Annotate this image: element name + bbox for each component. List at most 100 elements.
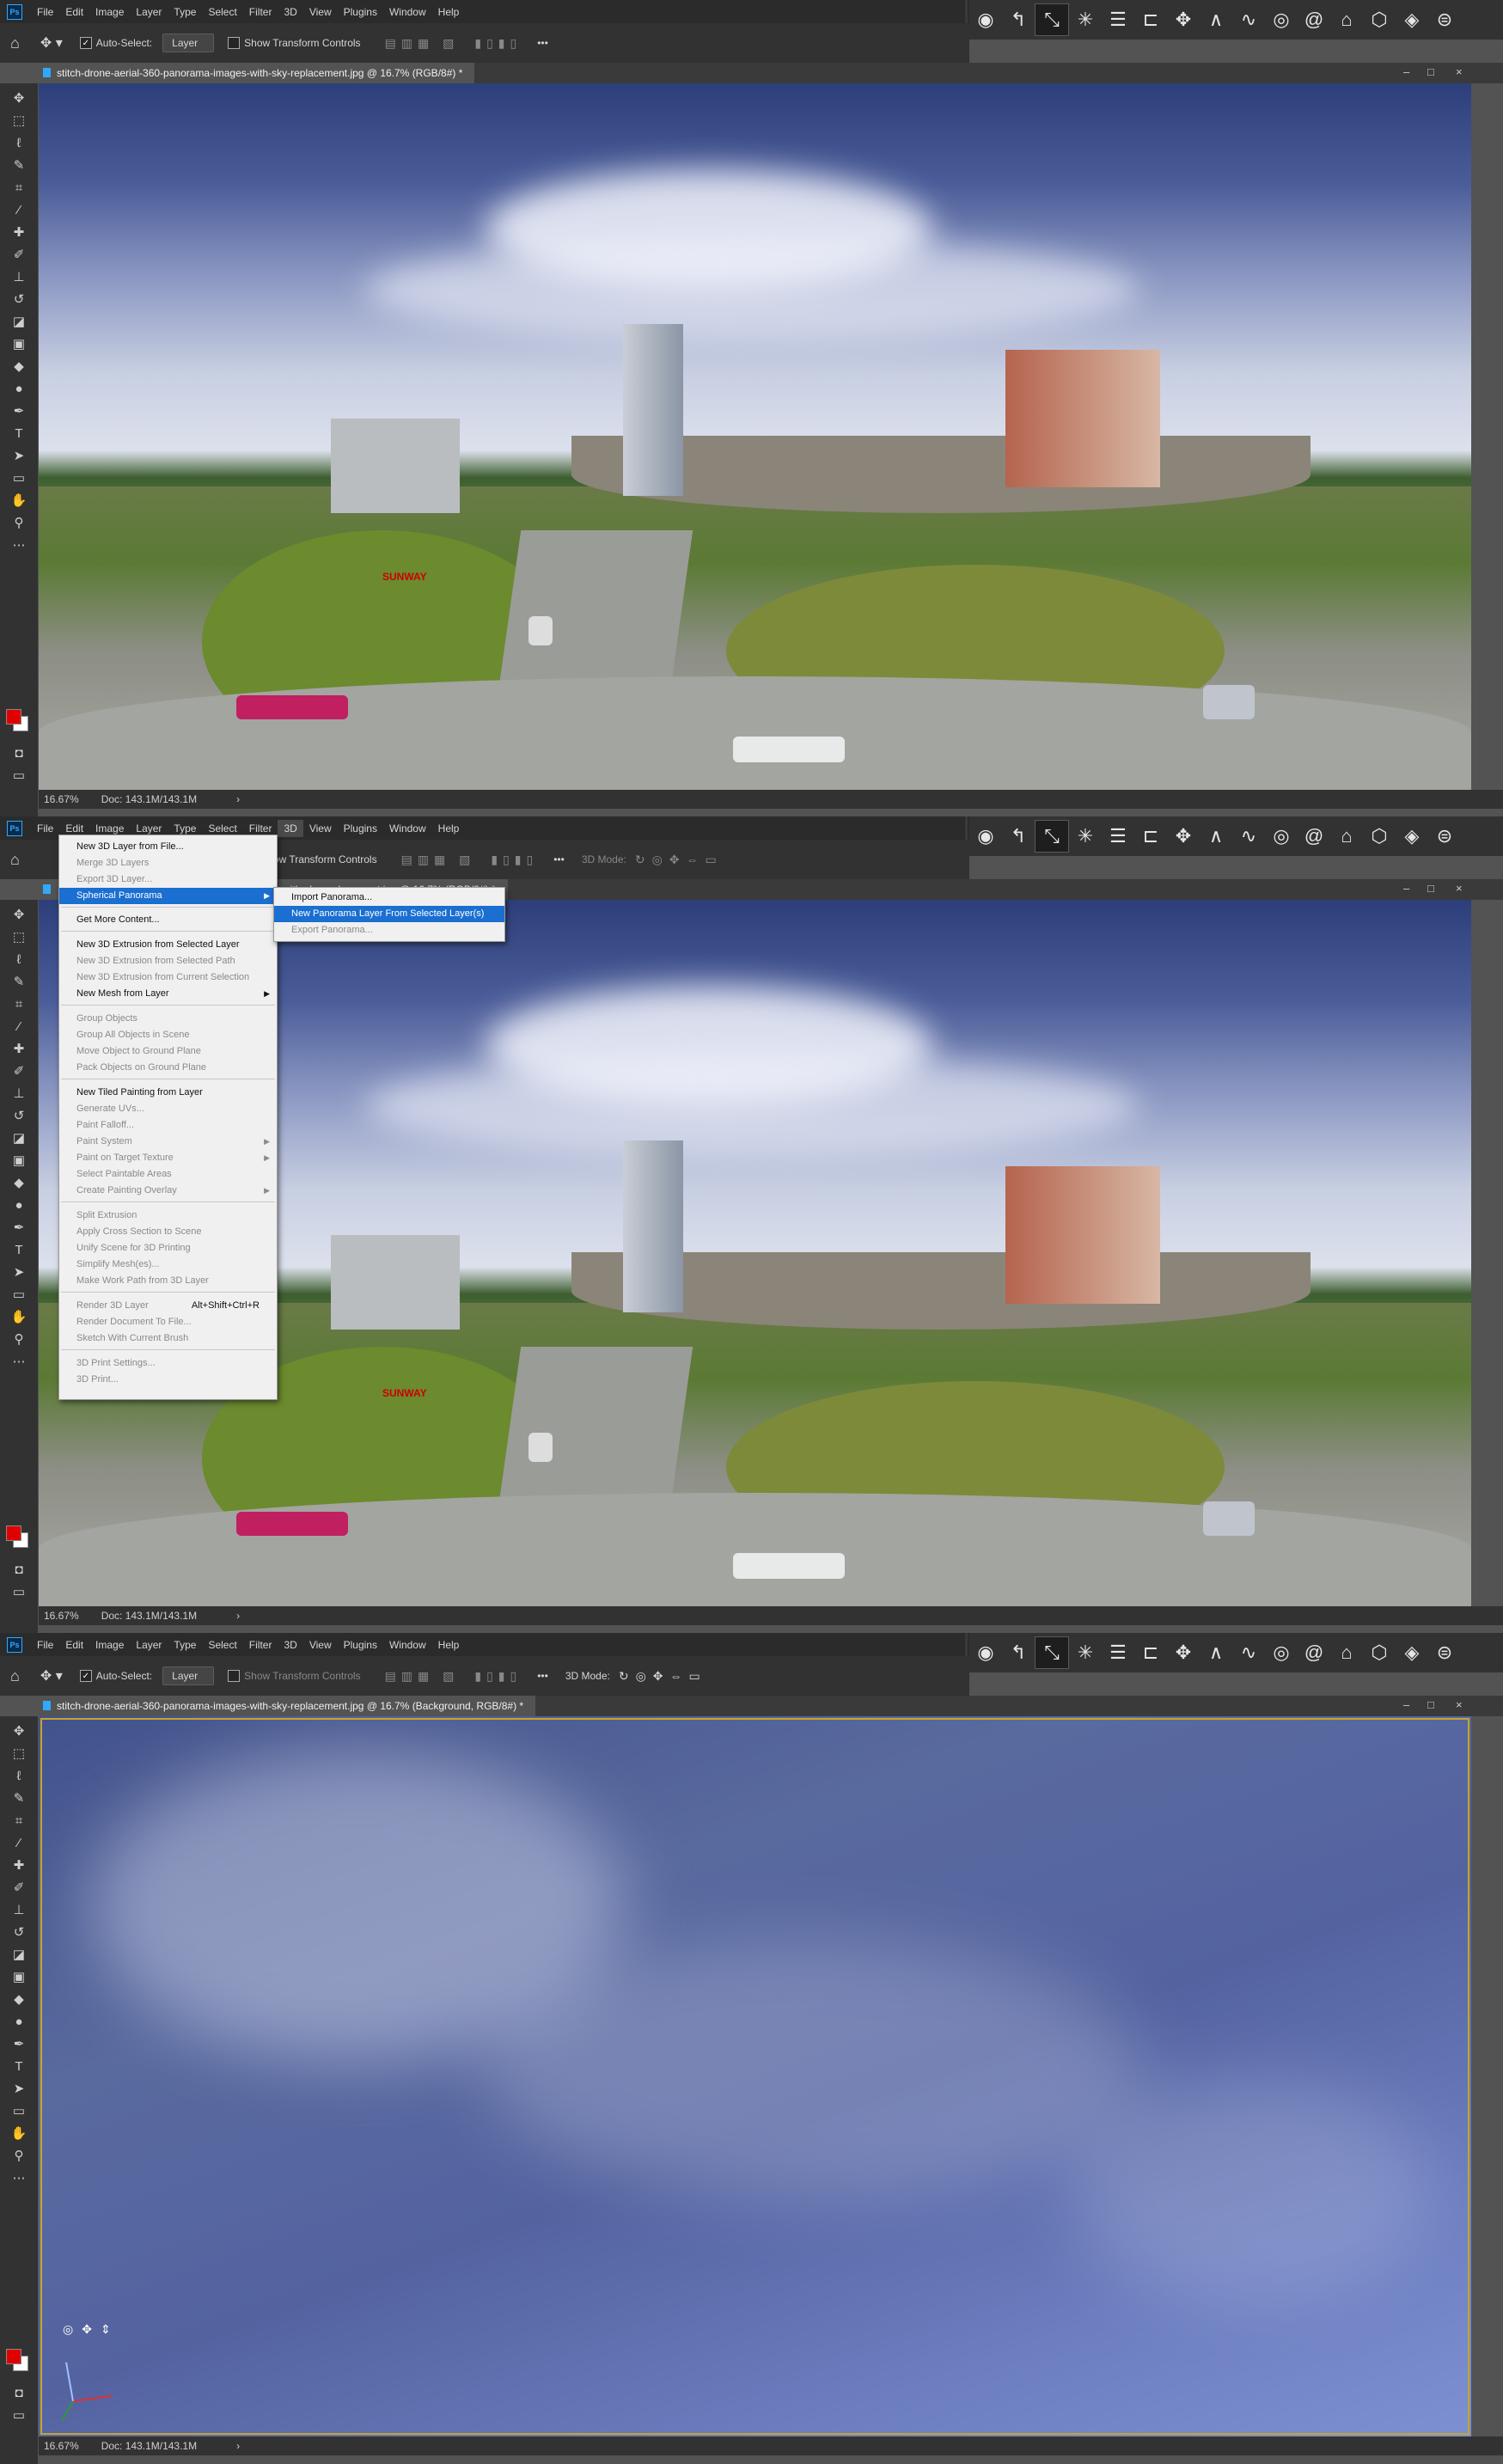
restore-button[interactable]: □ bbox=[1427, 1698, 1434, 1711]
marquee-icon[interactable]: ⬚ bbox=[9, 929, 29, 946]
dodge-icon[interactable]: ● bbox=[9, 2014, 29, 2031]
menu-item-new-panorama-layer[interactable]: New Panorama Layer From Selected Layer(s… bbox=[274, 906, 504, 922]
menu-edit[interactable]: Edit bbox=[59, 1636, 89, 1654]
menu-item-export-panorama[interactable]: Export Panorama... bbox=[274, 922, 504, 939]
show-transform-option[interactable]: Show Transform Controls bbox=[228, 37, 361, 49]
healing-icon[interactable]: ✚ bbox=[9, 1041, 29, 1058]
quick-select-icon[interactable]: ✎ bbox=[9, 1790, 29, 1807]
distribute-icon[interactable]: ⊏ bbox=[1134, 1637, 1167, 1668]
orbit-icon[interactable]: ◉ bbox=[969, 1637, 1002, 1668]
light-icon[interactable]: ✳ bbox=[1069, 1637, 1102, 1668]
move-icon[interactable]: ✥ bbox=[9, 907, 29, 924]
distribute-buttons[interactable]: ▮▯▮▯ bbox=[474, 1669, 522, 1684]
minimize-button[interactable]: – bbox=[1403, 1698, 1409, 1711]
auto-select-checkbox[interactable]: ✓ bbox=[79, 1670, 92, 1682]
snap-icon[interactable]: ✥ bbox=[1167, 821, 1200, 852]
zoom-icon[interactable]: ⚲ bbox=[9, 2148, 29, 2165]
healing-icon[interactable]: ✚ bbox=[9, 1857, 29, 1874]
drag-icon[interactable]: ⤡ bbox=[1035, 3, 1069, 36]
menu-view[interactable]: View bbox=[303, 1636, 338, 1654]
close-button[interactable]: × bbox=[1456, 882, 1463, 895]
hand-icon[interactable]: ✋ bbox=[9, 1309, 29, 1326]
menu-item-3d-print[interactable]: 3D Print... bbox=[59, 1372, 277, 1388]
crop-icon[interactable]: ⌗ bbox=[9, 180, 29, 197]
minimize-button[interactable]: – bbox=[1403, 882, 1409, 895]
foreground-color-swatch[interactable] bbox=[6, 1525, 21, 1541]
menu-3d[interactable]: 3D bbox=[278, 819, 303, 837]
marquee-icon[interactable]: ⬚ bbox=[9, 1746, 29, 1763]
menu-window[interactable]: Window bbox=[383, 820, 432, 837]
eraser-icon[interactable]: ◪ bbox=[9, 1130, 29, 1147]
cone-icon[interactable]: ⌂ bbox=[1330, 4, 1363, 35]
camera-icon[interactable]: ∧ bbox=[1200, 4, 1232, 35]
quick-mask-icon[interactable]: ◘ bbox=[9, 1562, 29, 1579]
minimize-button[interactable]: – bbox=[1403, 65, 1409, 78]
ring-icon[interactable]: ◎ bbox=[1265, 1637, 1298, 1668]
cone-icon[interactable]: ⌂ bbox=[1330, 1637, 1363, 1668]
menu-plugins[interactable]: Plugins bbox=[338, 820, 383, 837]
menu-item-new-tiled-painting[interactable]: New Tiled Painting from Layer bbox=[59, 1085, 277, 1101]
lasso-icon[interactable]: ℓ bbox=[9, 135, 29, 152]
blur-icon[interactable]: ◆ bbox=[9, 1991, 29, 2008]
menu-filter[interactable]: Filter bbox=[243, 3, 278, 21]
home-icon[interactable]: ⌂ bbox=[10, 34, 20, 52]
type-icon[interactable]: T bbox=[9, 425, 29, 443]
more-options-button[interactable]: ••• bbox=[537, 1670, 548, 1682]
brush-icon[interactable]: ✐ bbox=[9, 1880, 29, 1897]
roll-icon[interactable]: ↰ bbox=[1002, 1637, 1035, 1668]
pen-icon[interactable]: ✒ bbox=[9, 2036, 29, 2053]
menu-item-group-all-objects[interactable]: Group All Objects in Scene bbox=[59, 1027, 277, 1043]
cylinder-icon[interactable]: ◈ bbox=[1396, 4, 1428, 35]
restore-button[interactable]: □ bbox=[1427, 882, 1434, 895]
menu-select[interactable]: Select bbox=[202, 1636, 242, 1654]
zoom-icon[interactable]: ⚲ bbox=[9, 1331, 29, 1348]
type-icon[interactable]: T bbox=[9, 1242, 29, 1259]
move-tool-icon[interactable]: ✥ ▾ bbox=[40, 34, 63, 52]
ring-icon[interactable]: ◎ bbox=[1265, 4, 1298, 35]
spiral-icon[interactable]: @ bbox=[1298, 821, 1330, 852]
dodge-icon[interactable]: ● bbox=[9, 381, 29, 398]
camera-icon[interactable]: ∧ bbox=[1200, 1637, 1232, 1668]
more-tools-icon[interactable]: ⋯ bbox=[9, 537, 29, 554]
distribute-icon[interactable]: ⊏ bbox=[1134, 4, 1167, 35]
eraser-icon[interactable]: ◪ bbox=[9, 314, 29, 331]
menu-item-merge-3d-layers[interactable]: Merge 3D Layers bbox=[59, 855, 277, 871]
show-transform-checkbox[interactable] bbox=[228, 1670, 241, 1682]
gradient-icon[interactable]: ▣ bbox=[9, 1969, 29, 1986]
menu-item-paint-system[interactable]: Paint System ▶ bbox=[59, 1134, 277, 1150]
gradient-icon[interactable]: ▣ bbox=[9, 1153, 29, 1170]
lasso-icon[interactable]: ℓ bbox=[9, 1768, 29, 1785]
eyedropper-icon[interactable]: ⁄ bbox=[9, 1018, 29, 1036]
move-tool-icon[interactable]: ✥ ▾ bbox=[40, 1667, 63, 1684]
menu-3d[interactable]: 3D bbox=[278, 1636, 302, 1654]
menu-item-new-3d-extrusion-current-selection[interactable]: New 3D Extrusion from Current Selection bbox=[59, 969, 277, 986]
screen-mode-icon[interactable]: ▭ bbox=[9, 2407, 29, 2424]
align-icon[interactable]: ☰ bbox=[1102, 1637, 1134, 1668]
shape-icon[interactable]: ▭ bbox=[9, 1287, 29, 1304]
menu-item-apply-cross-section[interactable]: Apply Cross Section to Scene bbox=[59, 1224, 277, 1240]
menu-file[interactable]: File bbox=[31, 1636, 59, 1654]
cube-icon[interactable]: ⬡ bbox=[1363, 821, 1396, 852]
camera-widget-icons[interactable]: ◎✥⇕ bbox=[63, 2322, 119, 2337]
camera-icon[interactable]: ∧ bbox=[1200, 821, 1232, 852]
zoom-level[interactable]: 16.67% bbox=[44, 793, 79, 805]
menu-item-group-objects[interactable]: Group Objects bbox=[59, 1011, 277, 1027]
foreground-color-swatch[interactable] bbox=[6, 2349, 21, 2364]
path-select-icon[interactable]: ➤ bbox=[9, 2081, 29, 2098]
3d-mode-icons[interactable]: ↻◎✥⇔▭ bbox=[619, 1669, 707, 1684]
screen-mode-icon[interactable]: ▭ bbox=[9, 1584, 29, 1601]
quick-mask-icon[interactable]: ◘ bbox=[9, 745, 29, 762]
slide-icon[interactable]: ∿ bbox=[1232, 821, 1265, 852]
menu-item-split-extrusion[interactable]: Split Extrusion bbox=[59, 1208, 277, 1224]
path-select-icon[interactable]: ➤ bbox=[9, 448, 29, 465]
quick-select-icon[interactable]: ✎ bbox=[9, 157, 29, 174]
menu-item-sketch-current-brush[interactable]: Sketch With Current Brush bbox=[59, 1330, 277, 1347]
menu-item-new-mesh-from-layer[interactable]: New Mesh from Layer ▶ bbox=[59, 986, 277, 1002]
menu-filter[interactable]: Filter bbox=[243, 1636, 278, 1654]
auto-select-dropdown[interactable]: Layer bbox=[162, 1666, 215, 1685]
align-icon[interactable]: ☰ bbox=[1102, 4, 1134, 35]
shape-icon[interactable]: ▭ bbox=[9, 470, 29, 487]
3d-viewport-canvas[interactable]: ◎✥⇕ bbox=[39, 1716, 1471, 2436]
auto-select-option[interactable]: ✓ Auto-Select: bbox=[79, 37, 152, 49]
menu-layer[interactable]: Layer bbox=[130, 1636, 168, 1654]
